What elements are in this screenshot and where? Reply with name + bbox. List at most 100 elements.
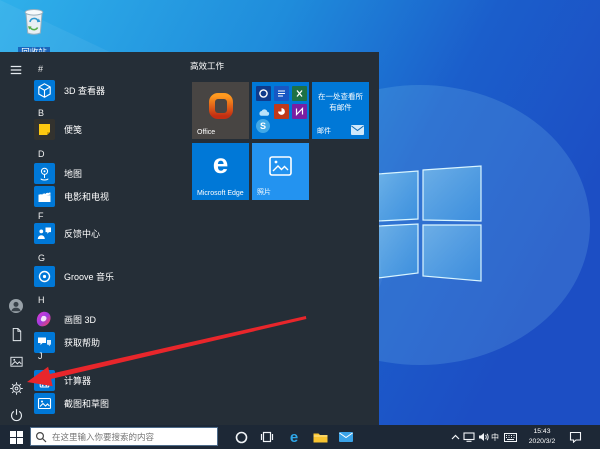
edge-icon: e <box>289 428 299 446</box>
tile-office-folder[interactable]: S <box>252 82 309 139</box>
section-header-j[interactable]: J <box>38 349 43 363</box>
app-label: 获取帮助 <box>64 337 101 348</box>
cortana-icon <box>235 431 247 443</box>
network-icon <box>463 432 475 442</box>
onedrive-icon <box>256 104 271 119</box>
section-header-g[interactable]: G <box>38 251 45 265</box>
keyboard-icon <box>503 432 517 442</box>
tray-clock[interactable]: 15:43 2020/3/2 <box>522 427 562 447</box>
settings-button[interactable] <box>0 374 32 402</box>
gear-icon <box>9 381 23 395</box>
movies-icon <box>34 185 55 207</box>
document-icon <box>12 327 21 341</box>
mail-icon <box>339 432 353 442</box>
power-icon <box>10 408 22 421</box>
speaker-icon <box>478 433 489 441</box>
action-center-button[interactable] <box>564 425 586 449</box>
pictures-button[interactable] <box>0 347 32 375</box>
cortana-button[interactable] <box>231 425 251 449</box>
tile-mail[interactable]: 在一处查看所有邮件 邮件 <box>312 82 369 139</box>
tile-mail-label: 邮件 <box>317 128 331 135</box>
tile-group-title[interactable]: 高效工作 <box>190 60 224 72</box>
tile-edge[interactable]: e Microsoft Edge <box>192 143 249 200</box>
chevron-up-icon <box>451 434 459 440</box>
envelope-icon <box>351 125 364 135</box>
action-center-icon <box>569 431 581 443</box>
section-header-f[interactable]: F <box>38 209 44 223</box>
section-header-h[interactable]: H <box>38 293 45 307</box>
paint3d-icon <box>36 311 51 326</box>
mail-tile-promo: 在一处查看所有邮件 <box>318 92 363 112</box>
tile-office-label: Office <box>197 129 216 136</box>
app-item-feedback-hub[interactable]: 反馈中心 <box>34 222 100 244</box>
edge-logo: e <box>212 148 229 179</box>
app-item-paint-3d[interactable]: 画图 3D <box>34 308 96 330</box>
start-button[interactable] <box>4 425 28 449</box>
app-item-get-help[interactable]: 获取帮助 <box>34 331 100 353</box>
hamburger-icon <box>10 65 22 75</box>
word-icon <box>274 86 289 101</box>
app-item-movies-tv[interactable]: 电影和电视 <box>34 185 109 207</box>
snip-sketch-icon <box>34 392 55 414</box>
cube-icon <box>34 79 55 101</box>
ime-indicator[interactable]: 中 <box>488 425 502 449</box>
touch-keyboard-button[interactable] <box>502 425 518 449</box>
taskbar: e <box>0 425 600 449</box>
section-header-d[interactable]: D <box>38 147 45 161</box>
taskbar-search-box[interactable] <box>30 427 218 446</box>
mail-taskbar-button[interactable] <box>336 425 356 449</box>
windows-logo-icon <box>9 430 23 444</box>
skype-icon: S <box>256 119 270 133</box>
onenote-icon <box>292 104 307 119</box>
pictures-icon <box>9 356 23 367</box>
expand-menu-button[interactable] <box>0 56 32 84</box>
app-item-sticky-notes[interactable]: 便笺 <box>34 118 82 140</box>
app-label: 3D 查看器 <box>64 85 106 96</box>
task-view-icon <box>260 431 274 443</box>
tray-chevron-button[interactable] <box>448 425 462 449</box>
app-item-snip-sketch[interactable]: 截图和草图 <box>34 392 109 414</box>
app-item-3d-viewer[interactable]: 3D 查看器 <box>34 79 105 101</box>
tile-office[interactable]: Office <box>192 82 249 139</box>
ime-label: 中 <box>491 432 499 442</box>
calculator-icon <box>34 369 55 391</box>
recycle-bin-icon <box>24 9 44 35</box>
app-label: 画图 3D <box>64 314 97 325</box>
clock-time: 15:43 <box>533 428 551 435</box>
app-label: 计算器 <box>64 375 92 386</box>
app-label: 便笺 <box>64 124 83 135</box>
edge-taskbar-button[interactable]: e <box>284 425 304 449</box>
folder-icon <box>313 433 327 443</box>
outlook-icon <box>256 86 271 101</box>
app-label: 电影和电视 <box>64 191 110 202</box>
app-item-maps[interactable]: 地图 <box>34 162 82 184</box>
app-label: Groove 音乐 <box>64 271 115 282</box>
app-label: 地图 <box>64 168 83 179</box>
search-input[interactable] <box>52 429 212 444</box>
app-item-groove-music[interactable]: Groove 音乐 <box>34 265 114 287</box>
app-item-calculator[interactable]: 计算器 <box>34 369 91 391</box>
section-header-hash[interactable]: # <box>38 62 43 76</box>
file-explorer-button[interactable] <box>310 425 330 449</box>
tile-photos[interactable]: 照片 <box>252 143 309 200</box>
user-account-button[interactable] <box>0 292 32 320</box>
tile-photos-label: 照片 <box>257 189 271 196</box>
groove-icon <box>34 265 55 287</box>
excel-icon <box>292 86 307 101</box>
powerpoint-icon <box>274 104 289 119</box>
search-icon <box>35 431 47 443</box>
sticky-note-icon <box>34 118 55 140</box>
app-label: 反馈中心 <box>64 228 101 239</box>
start-menu: # 3D 查看器 B 便笺 D 地图 电影和电视 F 反馈中心 G Groove… <box>0 52 379 425</box>
screen: 回收站 <box>0 0 600 449</box>
app-label: 截图和草图 <box>64 398 110 409</box>
user-icon <box>9 299 23 313</box>
clock-date: 2020/3/2 <box>528 438 556 445</box>
documents-button[interactable] <box>0 320 32 348</box>
network-tray-button[interactable] <box>462 425 476 449</box>
feedback-icon <box>34 222 55 244</box>
map-pin-icon <box>34 162 55 184</box>
photos-icon <box>269 156 292 176</box>
task-view-button[interactable] <box>257 425 277 449</box>
tile-edge-label: Microsoft Edge <box>197 190 244 197</box>
